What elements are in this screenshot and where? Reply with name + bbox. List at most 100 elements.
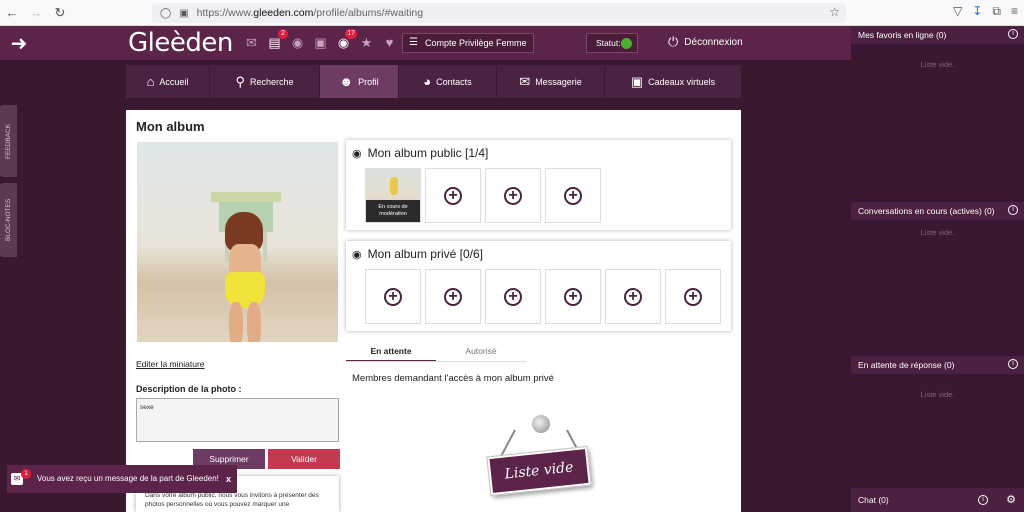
envelope-icon: ✉ xyxy=(519,73,531,89)
right-panel: Mes favoris en ligne (0) i Liste vide. C… xyxy=(851,26,1024,512)
feedback-tab[interactable]: FEEDBACK xyxy=(0,105,17,177)
nav-gifts[interactable]: ▣ Cadeaux virtuels xyxy=(605,65,741,98)
heart-icon[interactable]: ♥ xyxy=(381,34,398,51)
profile-photo[interactable] xyxy=(137,142,338,342)
nav-contacts[interactable]: ◕ Contacts xyxy=(399,65,497,98)
empty-list-sign: Liste vide xyxy=(486,410,596,500)
status-toggle[interactable]: Statut: xyxy=(586,33,638,53)
add-photo-slot[interactable]: + xyxy=(485,269,541,324)
conversations-empty: Liste vide. xyxy=(920,228,955,237)
privilege-button[interactable]: ☰ Compte Privilège Femme xyxy=(402,33,534,53)
info-icon[interactable]: i xyxy=(978,495,988,505)
add-photo-slot[interactable]: + xyxy=(365,269,421,324)
bookmark-star-icon[interactable]: ☆ xyxy=(829,5,840,19)
info-icon[interactable]: i xyxy=(1008,205,1018,215)
reload-icon[interactable]: ↻ xyxy=(48,2,72,24)
privilege-label: Compte Privilège Femme xyxy=(425,38,527,48)
eye-icon[interactable]: ◉ 17 xyxy=(335,29,357,51)
tab-waiting[interactable]: En attente xyxy=(346,342,436,362)
back-icon[interactable]: ← xyxy=(0,2,24,24)
validate-button[interactable]: Valider xyxy=(268,449,340,469)
url-prefix: https://www. xyxy=(196,7,254,19)
info-icon[interactable]: i xyxy=(1008,29,1018,39)
plus-icon: + xyxy=(564,186,582,205)
add-photo-slot[interactable]: + xyxy=(425,168,481,223)
search-icon: ⚲ xyxy=(235,73,245,89)
moderation-caption: En cours de modération xyxy=(366,200,420,222)
page-title: Mon album xyxy=(136,119,205,134)
favorites-label: Mes favoris en ligne (0) xyxy=(858,30,947,40)
extensions-icon[interactable]: ⧉ xyxy=(992,4,1001,19)
awaiting-list: Liste vide. xyxy=(851,374,1024,474)
nav-label: Contacts xyxy=(436,76,472,87)
logout-label: Déconnexion xyxy=(684,37,743,48)
chat-bar[interactable]: Chat (0) i ⚙ xyxy=(851,488,1024,512)
edit-thumbnail-link[interactable]: Editer la miniature xyxy=(136,359,205,369)
add-photo-slot[interactable]: + xyxy=(665,269,721,324)
tab-authorized[interactable]: Autorisé xyxy=(436,342,526,362)
statut-label: Statut: xyxy=(596,38,621,48)
nav-label: Profil xyxy=(358,76,379,87)
add-photo-slot[interactable]: + xyxy=(485,168,541,223)
awaiting-empty: Liste vide. xyxy=(920,390,955,399)
brand-logo[interactable]: Gleèden xyxy=(128,26,233,60)
awaiting-header[interactable]: En attente de réponse (0) i xyxy=(851,356,1024,374)
requests-title: Membres demandant l'accès à mon album pr… xyxy=(352,373,554,384)
public-album-title: Mon album public [1/4] xyxy=(367,146,489,160)
nav-messages[interactable]: ✉ Messagerie xyxy=(497,65,605,98)
awaiting-label: En attente de réponse (0) xyxy=(858,360,955,370)
camera-icon: ◉ xyxy=(352,248,362,261)
status-dot xyxy=(621,38,632,49)
feedback-label: FEEDBACK xyxy=(5,123,12,159)
logout-button[interactable]: ⏻ Déconnexion xyxy=(668,34,743,52)
gift-icon: ▣ xyxy=(630,73,644,89)
access-tabs: En attente Autorisé xyxy=(346,342,526,362)
conversations-label: Conversations en cours (actives) (0) xyxy=(858,206,995,216)
forward-icon[interactable]: → xyxy=(24,2,48,24)
stack-icon: ☰ xyxy=(409,37,418,48)
exit-icon[interactable]: ➜ xyxy=(4,30,34,58)
star-icon[interactable]: ★ xyxy=(358,34,375,51)
add-photo-slot[interactable]: + xyxy=(425,269,481,324)
power-icon: ⏻ xyxy=(668,34,679,49)
add-photo-slot[interactable]: + xyxy=(605,269,661,324)
messages-icon[interactable]: ▤ 2 xyxy=(266,29,288,51)
plus-icon: + xyxy=(504,186,522,205)
info-icon[interactable]: i xyxy=(1008,359,1018,369)
globe-icon: ◕ xyxy=(423,74,432,89)
plus-icon: + xyxy=(444,186,462,205)
nav-home[interactable]: ⌂ Accueil xyxy=(126,65,210,98)
public-photo-thumb[interactable]: En cours de modération xyxy=(365,168,421,223)
close-icon[interactable]: x xyxy=(226,465,231,493)
nav-search[interactable]: ⚲ Recherche xyxy=(210,65,320,98)
pocket-icon[interactable]: ▽ xyxy=(953,4,962,19)
mail-icon[interactable]: ✉ xyxy=(243,34,260,51)
nav-profile[interactable]: ☻ Profil xyxy=(320,65,399,98)
camera-icon[interactable]: ◉ xyxy=(289,34,306,51)
camera-icon: ◉ xyxy=(352,147,362,160)
add-photo-slot[interactable]: + xyxy=(545,269,601,324)
shield-icon: ◯ xyxy=(160,7,172,19)
notification-text: Vous avez reçu un message de la part de … xyxy=(37,474,219,483)
description-field[interactable]: sexe xyxy=(136,398,339,442)
message-notification[interactable]: ✉ 1 Vous avez reçu un message de la part… xyxy=(7,465,237,493)
private-album-title: Mon album privé [0/6] xyxy=(367,247,483,261)
plus-icon: + xyxy=(504,287,522,306)
notes-label: BLOC-NOTES xyxy=(5,198,12,242)
plus-icon: + xyxy=(624,287,642,306)
address-bar[interactable]: ◯ ▣ https://www. gleeden.com/profile/albu… xyxy=(152,3,846,23)
gift-icon[interactable]: ▣ xyxy=(312,34,329,51)
menu-icon[interactable]: ≡ xyxy=(1011,4,1018,19)
description-label: Description de la photo : xyxy=(136,384,242,394)
visits-badge: 17 xyxy=(345,29,357,39)
gear-icon[interactable]: ⚙ xyxy=(1006,488,1016,512)
notes-tab[interactable]: BLOC-NOTES xyxy=(0,183,17,257)
favorites-header[interactable]: Mes favoris en ligne (0) i xyxy=(851,26,1024,44)
public-album: ◉ Mon album public [1/4] En cours de modé… xyxy=(346,140,731,230)
favorites-list: Liste vide. xyxy=(851,44,1024,184)
plus-icon: + xyxy=(684,287,702,306)
conversations-header[interactable]: Conversations en cours (actives) (0) i xyxy=(851,202,1024,220)
download-icon[interactable]: ↧ xyxy=(972,4,982,19)
add-photo-slot[interactable]: + xyxy=(545,168,601,223)
album-content: Mon album Editer la miniature Descriptio… xyxy=(126,110,741,512)
